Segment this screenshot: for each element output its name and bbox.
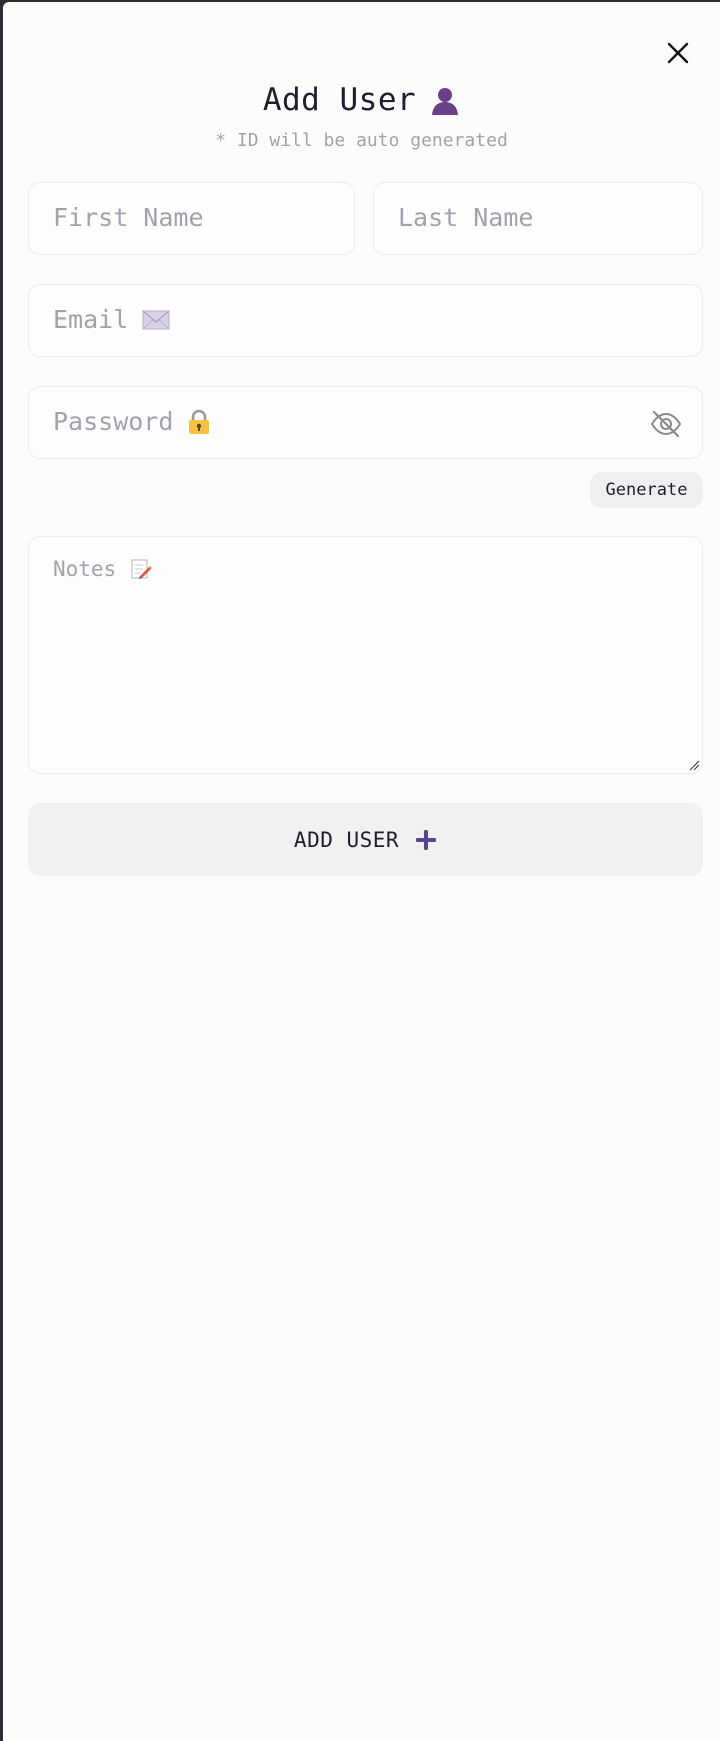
password-field[interactable]: Password [28, 386, 703, 459]
memo-icon [130, 558, 153, 580]
title-row: Add User [3, 82, 720, 118]
first-name-field[interactable]: First Name [28, 182, 355, 255]
email-field[interactable]: Email [28, 284, 703, 357]
lock-icon [187, 409, 211, 435]
envelope-icon [142, 309, 170, 331]
password-placeholder: Password [53, 407, 211, 436]
add-user-button[interactable]: ADD USER [28, 803, 703, 876]
first-name-placeholder: First Name [53, 203, 204, 232]
last-name-placeholder: Last Name [398, 203, 534, 232]
email-placeholder: Email [53, 305, 170, 334]
eye-off-icon [650, 410, 682, 438]
page-title: Add User [262, 82, 417, 118]
close-icon [667, 42, 689, 64]
user-icon [430, 85, 460, 115]
resize-handle-icon[interactable] [688, 759, 700, 771]
last-name-field[interactable]: Last Name [373, 182, 703, 255]
generate-password-button[interactable]: Generate [590, 472, 703, 508]
add-user-panel: Add User * ID will be auto generated Fir… [3, 2, 720, 1741]
notes-placeholder: Notes [53, 557, 153, 581]
add-user-label: ADD USER [293, 827, 400, 852]
auto-id-note: * ID will be auto generated [215, 130, 508, 151]
plus-icon [415, 829, 437, 851]
notes-field[interactable]: Notes [28, 536, 703, 774]
close-button[interactable] [663, 38, 693, 68]
toggle-password-visibility-button[interactable] [650, 409, 682, 439]
